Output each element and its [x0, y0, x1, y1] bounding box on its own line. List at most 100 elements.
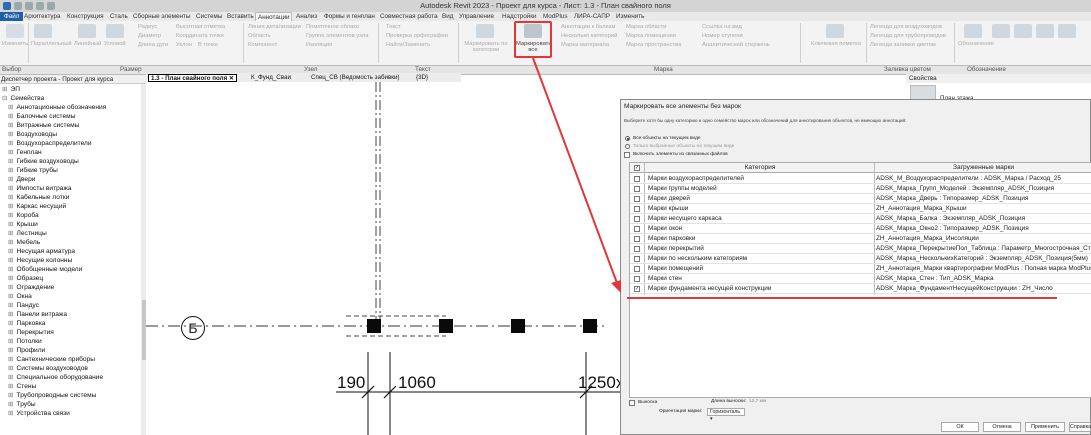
row-checkbox[interactable]: ✓: [634, 286, 640, 292]
tab-precast[interactable]: Сборные элементы: [133, 12, 190, 21]
loaded-tag-cell[interactable]: ADSK_Марка_Окно2 : Типоразмер_ADSK_Позиц…: [876, 224, 1091, 234]
loaded-tag-cell[interactable]: ADSK_Марка_Балка : Экземпляр_ADSK_Позици…: [876, 214, 1091, 224]
tab-analyze[interactable]: Анализ: [296, 12, 317, 21]
row-checkbox[interactable]: [634, 226, 640, 232]
region[interactable]: Область: [248, 33, 271, 39]
dimension-text[interactable]: 190: [337, 373, 365, 393]
component[interactable]: Компонент: [248, 42, 277, 48]
loaded-tag-cell[interactable]: ADSK_Марка_Дверь : Типоразмер_ADSK_Позиц…: [876, 194, 1091, 204]
table-row[interactable]: Марки стен ADSK_Марка_Стен : Тип_ADSK_Мар…: [630, 274, 1091, 284]
loaded-tag-cell[interactable]: ZH_Аннотация_Марка_Крыши: [876, 204, 1091, 214]
pile-column[interactable]: [439, 319, 453, 333]
tree-item[interactable]: ⊞ Парковка: [8, 319, 45, 327]
tree-item[interactable]: ⊞ Короба: [8, 211, 39, 219]
symbol-button[interactable]: Обозначение: [958, 41, 994, 47]
angular-dim-label[interactable]: Угловой: [104, 41, 126, 47]
loaded-tag-cell[interactable]: ADSK_Марка_Стен : Тип_ADSK_Марка: [876, 274, 1091, 284]
modify-cursor-icon[interactable]: [6, 24, 24, 38]
aligned-dim-icon[interactable]: [34, 24, 52, 38]
spot-coordinate[interactable]: Координата точки: [176, 33, 224, 39]
tag-by-category-button[interactable]: Маркировать по категории: [463, 41, 509, 53]
keynote-button[interactable]: Ключевая пометка: [811, 41, 861, 47]
spell-check[interactable]: Проверка орфографии: [386, 33, 448, 39]
view-reference[interactable]: Ссылка на вид: [702, 24, 742, 30]
loaded-tag-cell[interactable]: ADSK_М_Воздухораспределители : ADSK_Марк…: [876, 174, 1091, 184]
tab-addins[interactable]: Надстройки: [502, 12, 537, 21]
row-checkbox[interactable]: [634, 266, 640, 272]
tree-item[interactable]: ⊞ Обобщенные модели: [8, 265, 82, 273]
tab-steel[interactable]: Сталь: [110, 12, 128, 21]
tab-massing-site[interactable]: Формы и генплан: [324, 12, 375, 21]
ok-button[interactable]: ОК: [941, 422, 979, 432]
aligned-dim-label[interactable]: Параллельный: [31, 41, 72, 47]
tab-lira[interactable]: ЛИРА-САПР: [574, 12, 610, 21]
tab-view[interactable]: Вид: [442, 12, 453, 21]
beam-annotations[interactable]: Аннотации к балкам: [561, 24, 615, 30]
row-checkbox[interactable]: [634, 206, 640, 212]
tree-item[interactable]: ⊞ Гибкие воздуховоды: [8, 157, 79, 165]
detail-line[interactable]: Линия детализации: [248, 24, 301, 30]
room-tag[interactable]: Марка помещения: [626, 33, 676, 39]
radio-selected-objects[interactable]: [625, 144, 630, 149]
color-fill-legend[interactable]: Легенда заливки цветом: [870, 42, 936, 48]
tree-item[interactable]: ⊞ Потолки: [8, 337, 42, 345]
tree-item[interactable]: ⊞ Несущие колонны: [8, 256, 72, 264]
help-button[interactable]: Справка: [1069, 422, 1091, 432]
row-checkbox[interactable]: [634, 176, 640, 182]
tab-collaborate[interactable]: Совместная работа: [380, 12, 438, 21]
panel-tag[interactable]: Марка: [654, 66, 673, 73]
panel-color-fill[interactable]: Заливка цветом: [884, 66, 931, 73]
col-tags-header[interactable]: Загруженные марки: [874, 163, 1091, 173]
linear-dim-icon[interactable]: [78, 24, 96, 38]
tread-number[interactable]: Номер ступени: [702, 33, 743, 39]
view-tab-active[interactable]: 1.3 - План свайного поля ✕: [148, 74, 238, 82]
detail-group[interactable]: Группа элементов узла: [306, 33, 368, 39]
table-row[interactable]: Марки окон ADSK_Марка_Окно2 : Типоразмер_…: [630, 224, 1091, 234]
pile-column[interactable]: [583, 319, 597, 333]
tree-item[interactable]: ⊞ Витражные системы: [8, 121, 79, 129]
cancel-button[interactable]: Отмена: [983, 422, 1021, 432]
tab-architecture[interactable]: Архитектура: [24, 12, 60, 21]
space-tag[interactable]: Марка пространства: [626, 42, 681, 48]
material-tag[interactable]: Марка материала: [561, 42, 609, 48]
panel-dimension[interactable]: Размер: [120, 66, 142, 73]
row-checkbox[interactable]: [634, 186, 640, 192]
tree-item[interactable]: ⊞ Воздухораспределители: [8, 139, 92, 147]
tree-item[interactable]: ⊞ Каркас несущий: [8, 202, 66, 210]
col-category-header[interactable]: Категория: [646, 163, 874, 173]
table-row[interactable]: Марки несущего каркаса ADSK_Марка_Балка :…: [630, 214, 1091, 224]
tree-item[interactable]: ⊞ Окна: [8, 292, 32, 300]
panel-text[interactable]: Текст: [415, 66, 431, 73]
radio-all-objects[interactable]: [625, 136, 630, 141]
tag-by-category-icon[interactable]: [476, 24, 494, 38]
tree-item[interactable]: ⊞ Мебель: [8, 238, 40, 246]
duct-legend[interactable]: Легенда для воздуховодов: [870, 24, 942, 30]
revision-cloud[interactable]: Пометочное облако: [306, 24, 359, 30]
pile-column[interactable]: [367, 319, 381, 333]
insulation[interactable]: Изоляция: [306, 42, 332, 48]
loaded-tag-cell[interactable]: ZH_Аннотация_Марки квартирографии ModPlu…: [876, 264, 1091, 274]
tree-item[interactable]: ⊞ Профили: [8, 346, 45, 354]
tree-item[interactable]: ⊞ Несущая арматура: [8, 247, 75, 255]
tree-item[interactable]: ⊞ Генплан: [8, 148, 42, 156]
row-checkbox[interactable]: [634, 256, 640, 262]
view-tab[interactable]: Спец_СВ (Ведомость забивки): [309, 74, 401, 82]
row-checkbox[interactable]: [634, 216, 640, 222]
select-all-checkbox[interactable]: ✓: [634, 165, 640, 171]
angular-dim-icon[interactable]: [106, 24, 124, 38]
tab-structure[interactable]: Конструкция: [67, 12, 104, 21]
linked-files-checkbox[interactable]: [624, 152, 630, 158]
view-tab[interactable]: {3D}: [414, 74, 430, 82]
leader-checkbox[interactable]: [629, 400, 635, 406]
tab-systems[interactable]: Системы: [196, 12, 222, 21]
table-row[interactable]: Марки крыши ZH_Аннотация_Марка_Крыши: [630, 204, 1091, 214]
tree-item[interactable]: ⊟ Семейства: [2, 94, 44, 102]
beam-symbol-icon[interactable]: [1014, 24, 1032, 38]
tree-item[interactable]: ⊞ Импосты витража: [8, 184, 72, 192]
modify-label[interactable]: Изменить: [2, 41, 28, 47]
table-row[interactable]: Марки парковки ZH_Аннотация_Марка_Инсоляц…: [630, 234, 1091, 244]
tree-item[interactable]: ⊞ Крыши: [8, 220, 38, 228]
tree-item[interactable]: ⊞ Образец: [8, 274, 43, 282]
table-row[interactable]: Марки группы моделей ADSK_Марка_Групп_Мод…: [630, 184, 1091, 194]
tree-item[interactable]: ⊞ Панели витража: [8, 310, 67, 318]
